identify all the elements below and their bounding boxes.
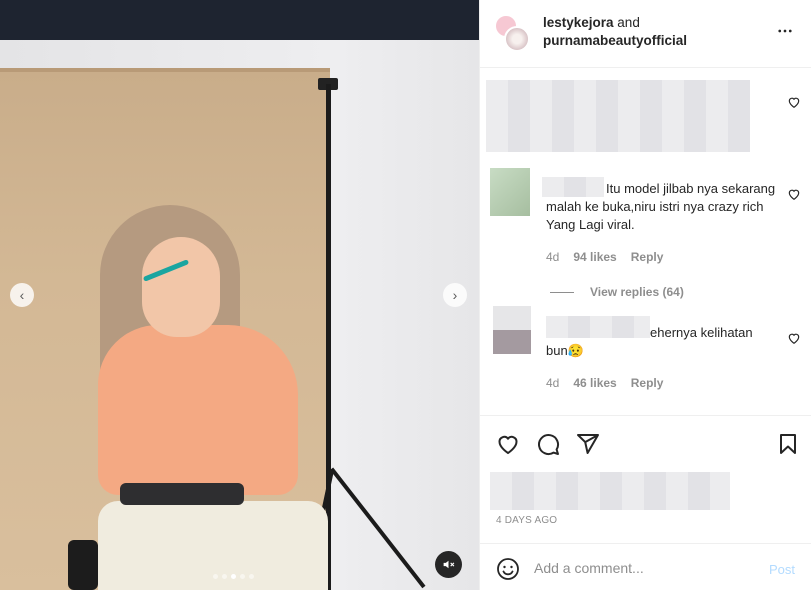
redacted-comment [486,80,750,152]
post-comment-button[interactable]: Post [769,562,795,577]
comment-composer: Post [480,543,811,590]
comment-bubble-icon[interactable] [536,432,560,456]
carousel-dot [213,574,218,579]
share-send-icon[interactable] [576,432,600,456]
comment-likes[interactable]: 46 likes [573,376,616,390]
author-avatars[interactable] [494,14,530,52]
reply-button[interactable]: Reply [631,376,664,390]
post-date[interactable]: 4 DAYS AGO [496,515,557,526]
post-header: lestykejora and purnamabeautyofficial [480,0,811,68]
post-media[interactable]: ‹ › [0,0,479,590]
face [142,237,220,337]
reply-button[interactable]: Reply [631,250,664,264]
divider [550,291,574,293]
view-replies-button[interactable]: View replies (64) [550,285,684,299]
belt [120,483,244,505]
like-comment-heart-icon[interactable] [787,95,801,109]
comment-age[interactable]: 4d [546,250,559,264]
like-heart-icon[interactable] [496,432,520,456]
carousel-indicator [213,574,254,579]
comment-text: ehernya kelihatan bun😥 [546,325,753,358]
author-link[interactable]: purnamabeautyofficial [543,33,687,48]
save-bookmark-icon[interactable] [776,432,800,456]
redacted-likes-summary [490,472,730,510]
more-options-button[interactable] [776,22,794,45]
comment-likes[interactable]: 94 likes [573,250,616,264]
avatar[interactable] [504,26,530,52]
previous-slide-button[interactable]: ‹ [10,283,34,307]
carousel-dot [249,574,254,579]
stool [68,540,98,590]
author-link[interactable]: lestykejora [543,15,614,30]
avatar[interactable] [490,168,530,216]
like-comment-heart-icon[interactable] [787,187,801,201]
comment-input[interactable] [534,556,754,580]
view-replies-label: View replies (64) [590,285,684,299]
comment-age[interactable]: 4d [546,376,559,390]
speaker-muted-icon [443,560,455,569]
more-horizontal-icon [778,29,792,33]
chevron-right-icon: › [452,287,458,303]
chevron-left-icon: ‹ [19,287,25,303]
next-slide-button[interactable]: › [443,283,467,307]
model-figure [80,205,328,590]
blouse [98,325,298,495]
mute-button[interactable] [435,551,462,578]
comment-meta: 4d 46 likes Reply [546,376,663,390]
carousel-dot [222,574,227,579]
emoji-icon[interactable] [496,557,520,581]
carousel-dot-active [231,574,236,579]
author-conjunction: and [613,15,640,30]
post-side-panel: lestykejora and purnamabeautyofficial It… [479,0,811,590]
comment-meta: 4d 94 likes Reply [546,250,663,264]
comment-text: Itu model jilbab nya sekarang malah ke b… [546,181,776,232]
avatar[interactable] [493,306,531,354]
post-authors: lestykejora and purnamabeautyofficial [543,14,687,50]
carousel-dot [240,574,245,579]
post-action-bar [480,415,811,475]
like-comment-heart-icon[interactable] [787,331,801,345]
